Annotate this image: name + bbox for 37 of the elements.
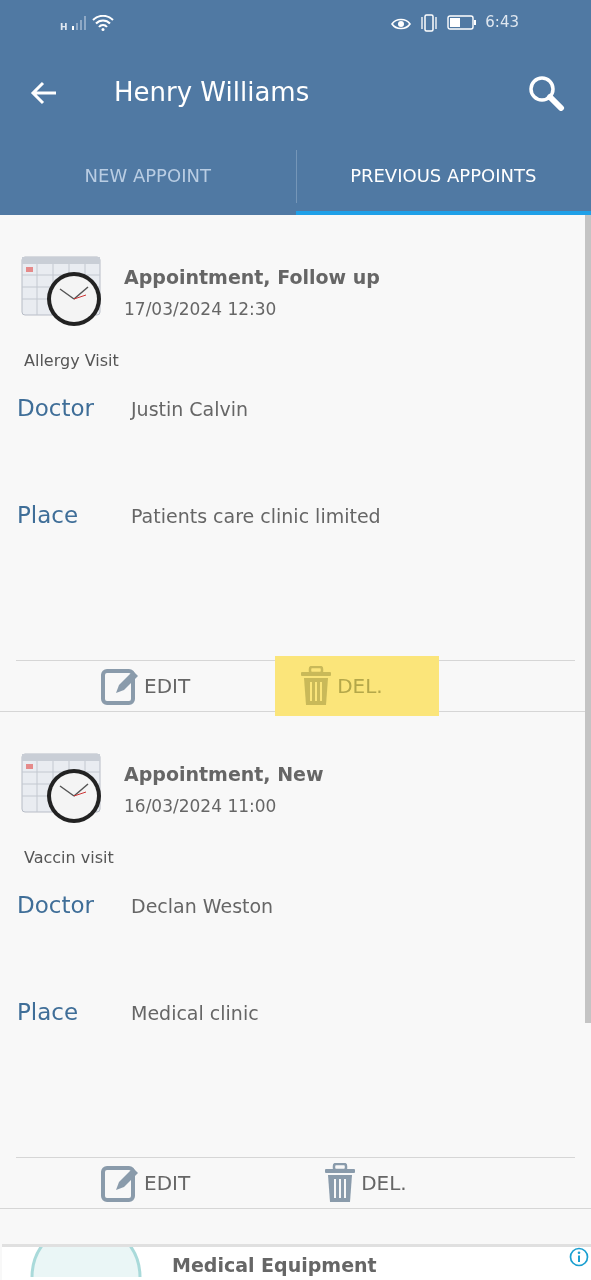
ad-banner[interactable]: Medical Equipment: [2, 1244, 591, 1280]
edit-button[interactable]: EDIT: [92, 1160, 199, 1206]
tab[interactable]: NEW APPOINT: [0, 140, 296, 215]
clock-text: 6:43: [485, 12, 519, 34]
network-type-text: H: [60, 20, 68, 34]
field-value: Declan Weston: [131, 894, 274, 919]
ad-title: Medical Equipment: [172, 1255, 377, 1277]
field-value: Justin Calvin: [131, 397, 249, 422]
edit-icon: [100, 1163, 140, 1203]
info-icon[interactable]: [569, 1247, 589, 1267]
appointment-title: Appointment, Follow up: [124, 265, 380, 290]
battery-icon: [447, 15, 478, 30]
appointment-reason: Allergy Visit: [24, 350, 120, 372]
calendar-clock-icon: [20, 253, 104, 329]
appointment-date: 16/03/2024 11:00: [124, 794, 278, 818]
appointment-reason: Vaccin visit: [24, 847, 115, 869]
edit-button[interactable]: EDIT: [92, 663, 199, 709]
appointment-date: 17/03/2024 12:30: [124, 297, 278, 321]
back-arrow-icon[interactable]: [30, 80, 58, 105]
tab[interactable]: PREVIOUS APPOINTS: [295, 140, 591, 215]
field-label: Doctor: [17, 891, 95, 920]
field-label: Doctor: [17, 394, 95, 423]
calendar-clock-icon: [20, 750, 104, 826]
wifi-icon: [91, 14, 114, 31]
field-label: Place: [17, 501, 80, 530]
trash-icon: [323, 1163, 358, 1203]
trash-icon: [299, 666, 334, 706]
field-value: Patients care clinic limited: [131, 504, 381, 529]
field-label: Place: [17, 998, 80, 1027]
edit-icon: [100, 666, 140, 706]
delete-button[interactable]: DEL.: [315, 1160, 415, 1206]
screen-title: Henry Williams: [114, 76, 310, 109]
appointment-title: Appointment, New: [124, 762, 324, 787]
field-value: Medical clinic: [131, 1001, 259, 1026]
vibrate-icon: [419, 13, 440, 32]
search-icon[interactable]: [527, 74, 565, 111]
signal-icon: [71, 15, 88, 30]
